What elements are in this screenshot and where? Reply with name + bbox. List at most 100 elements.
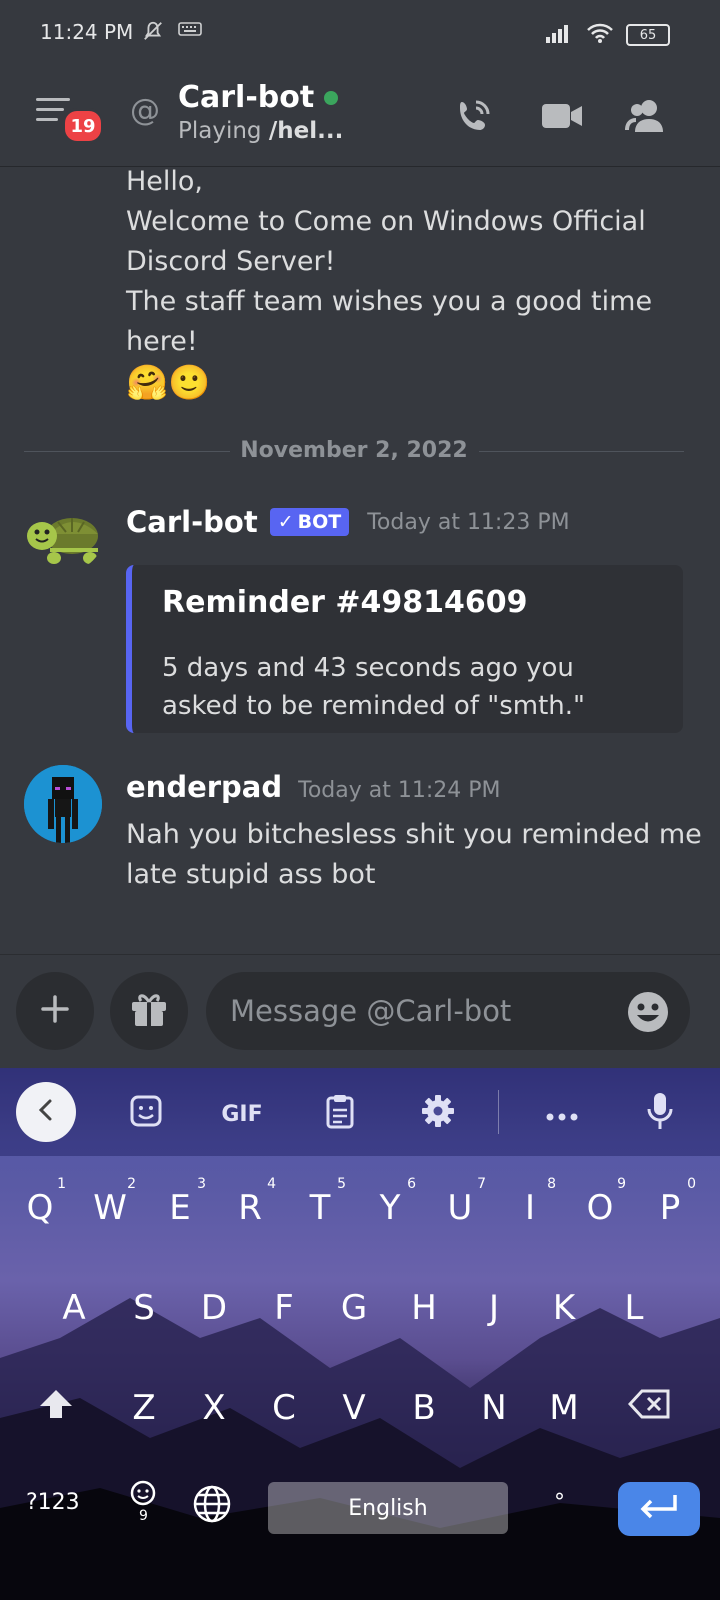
key-x[interactable]: X — [184, 1376, 244, 1440]
key-row-3: Z X C V B N M — [0, 1376, 720, 1446]
key-l[interactable]: L — [604, 1276, 664, 1340]
key-row-2: A S D F G H J K L — [0, 1276, 720, 1346]
sticker-icon — [129, 1094, 163, 1134]
key-v[interactable]: V — [324, 1376, 384, 1440]
previous-message-content: Hello, Welcome to Come on Windows Offici… — [126, 162, 706, 404]
key-c[interactable]: C — [254, 1376, 314, 1440]
bell-muted-icon — [142, 20, 164, 47]
unread-badge: 19 — [62, 108, 104, 144]
key-e[interactable]: E3 — [150, 1176, 210, 1240]
at-icon: @ — [130, 93, 160, 128]
user-message-header: enderpad Today at 11:24 PM — [126, 770, 501, 804]
space-key[interactable]: English — [268, 1482, 508, 1534]
key-y[interactable]: Y6 — [360, 1176, 420, 1240]
dm-name: Carl-bot — [178, 80, 315, 115]
key-j[interactable]: J — [464, 1276, 524, 1340]
bot-author-name[interactable]: Carl-bot — [126, 505, 258, 539]
enderpad-avatar[interactable] — [24, 765, 102, 843]
key-f[interactable]: F — [254, 1276, 314, 1340]
key-r[interactable]: R4 — [220, 1176, 280, 1240]
key-a[interactable]: A — [44, 1276, 104, 1340]
message-line: here! — [126, 326, 198, 357]
key-i[interactable]: I8 — [500, 1176, 560, 1240]
dm-header: 19 @ Carl-bot Playing /hel... — [0, 68, 720, 167]
wifi-icon — [586, 22, 614, 48]
voice-input-button[interactable] — [632, 1086, 688, 1142]
key-h[interactable]: H — [394, 1276, 454, 1340]
svg-text:9: 9 — [139, 1508, 148, 1524]
message-line: Nah you bitchesless shit you reminded me — [126, 819, 702, 850]
dm-activity-status: Playing /hel... — [178, 118, 343, 144]
key-b[interactable]: B — [394, 1376, 454, 1440]
gif-button[interactable]: GIF — [214, 1086, 270, 1142]
message-line: Welcome to Come on Windows Official — [126, 206, 646, 237]
date-divider: November 2, 2022 — [24, 438, 684, 466]
toolbar-divider — [498, 1090, 499, 1134]
signal-icon — [544, 23, 574, 47]
microphone-icon — [646, 1091, 674, 1137]
keyboard-indicator-icon — [178, 20, 202, 47]
backspace-key[interactable] — [620, 1376, 680, 1440]
emoji-key[interactable]: 9 — [128, 1480, 158, 1528]
key-n[interactable]: N — [464, 1376, 524, 1440]
online-status-dot — [324, 90, 339, 105]
key-m[interactable]: M — [534, 1376, 594, 1440]
shift-key[interactable] — [26, 1376, 86, 1440]
key-k[interactable]: K — [534, 1276, 594, 1340]
reminder-embed: Reminder #49814609 5 days and 43 seconds… — [126, 565, 683, 733]
chevron-left-icon — [36, 1095, 56, 1130]
key-row-1: Q1 W2 E3 R4 T5 Y6 U7 I8 O9 P0 — [0, 1176, 720, 1246]
more-dots-icon — [545, 1102, 579, 1127]
key-p[interactable]: P0 — [640, 1176, 700, 1240]
period-key[interactable]: ° — [554, 1490, 565, 1515]
embed-desc-line: 5 days and 43 seconds ago you — [162, 653, 574, 683]
status-bar: 11:24 PM 65 — [0, 0, 720, 68]
bot-tag: ✓ BOT — [269, 508, 350, 536]
status-activity: /hel... — [268, 118, 344, 144]
gear-icon — [420, 1093, 456, 1135]
globe-icon — [192, 1485, 232, 1528]
message-line: late stupid ass bot — [126, 859, 376, 890]
key-q[interactable]: Q1 — [10, 1176, 70, 1240]
emoji-button[interactable] — [626, 990, 670, 1034]
dm-title[interactable]: Carl-bot — [178, 80, 339, 115]
key-z[interactable]: Z — [114, 1376, 174, 1440]
embed-title: Reminder #49814609 — [162, 585, 528, 620]
video-call-icon[interactable] — [540, 94, 584, 138]
clipboard-button[interactable] — [312, 1086, 368, 1142]
key-o[interactable]: O9 — [570, 1176, 630, 1240]
plus-icon — [40, 994, 70, 1028]
backspace-icon — [627, 1388, 672, 1429]
verified-check-icon: ✓ — [277, 511, 294, 533]
sticker-button[interactable] — [118, 1086, 174, 1142]
language-key[interactable] — [192, 1484, 232, 1528]
key-u[interactable]: U7 — [430, 1176, 490, 1240]
key-w[interactable]: W2 — [80, 1176, 140, 1240]
symbols-key[interactable]: ?123 — [26, 1490, 80, 1515]
status-left-icons — [142, 20, 202, 47]
member-list-icon[interactable] — [624, 94, 668, 138]
keyboard-settings-button[interactable] — [410, 1086, 466, 1142]
more-options-button[interactable] — [534, 1086, 590, 1142]
shift-icon — [38, 1388, 74, 1429]
key-g[interactable]: G — [324, 1276, 384, 1340]
voice-call-icon[interactable] — [452, 94, 496, 138]
smiley-icon — [626, 992, 670, 1038]
key-s[interactable]: S — [114, 1276, 174, 1340]
message-input[interactable] — [206, 972, 690, 1050]
key-d[interactable]: D — [184, 1276, 244, 1340]
message-line: Discord Server! — [126, 246, 336, 277]
enter-key[interactable] — [618, 1482, 700, 1536]
user-author-name[interactable]: enderpad — [126, 770, 282, 804]
carl-bot-avatar[interactable] — [24, 508, 102, 572]
emoji-smiley-icon: 9 — [128, 1480, 158, 1528]
add-attachment-button[interactable] — [16, 972, 94, 1050]
keyboard-back-button[interactable] — [16, 1082, 76, 1142]
gift-button[interactable] — [110, 972, 188, 1050]
message-line: The staff team wishes you a good time — [126, 286, 653, 317]
key-t[interactable]: T5 — [290, 1176, 350, 1240]
bot-message-header: Carl-bot ✓ BOT Today at 11:23 PM — [126, 505, 570, 539]
user-message-content: Nah you bitchesless shit you reminded me… — [126, 815, 706, 895]
gift-icon — [129, 990, 169, 1032]
clipboard-icon — [325, 1093, 355, 1135]
